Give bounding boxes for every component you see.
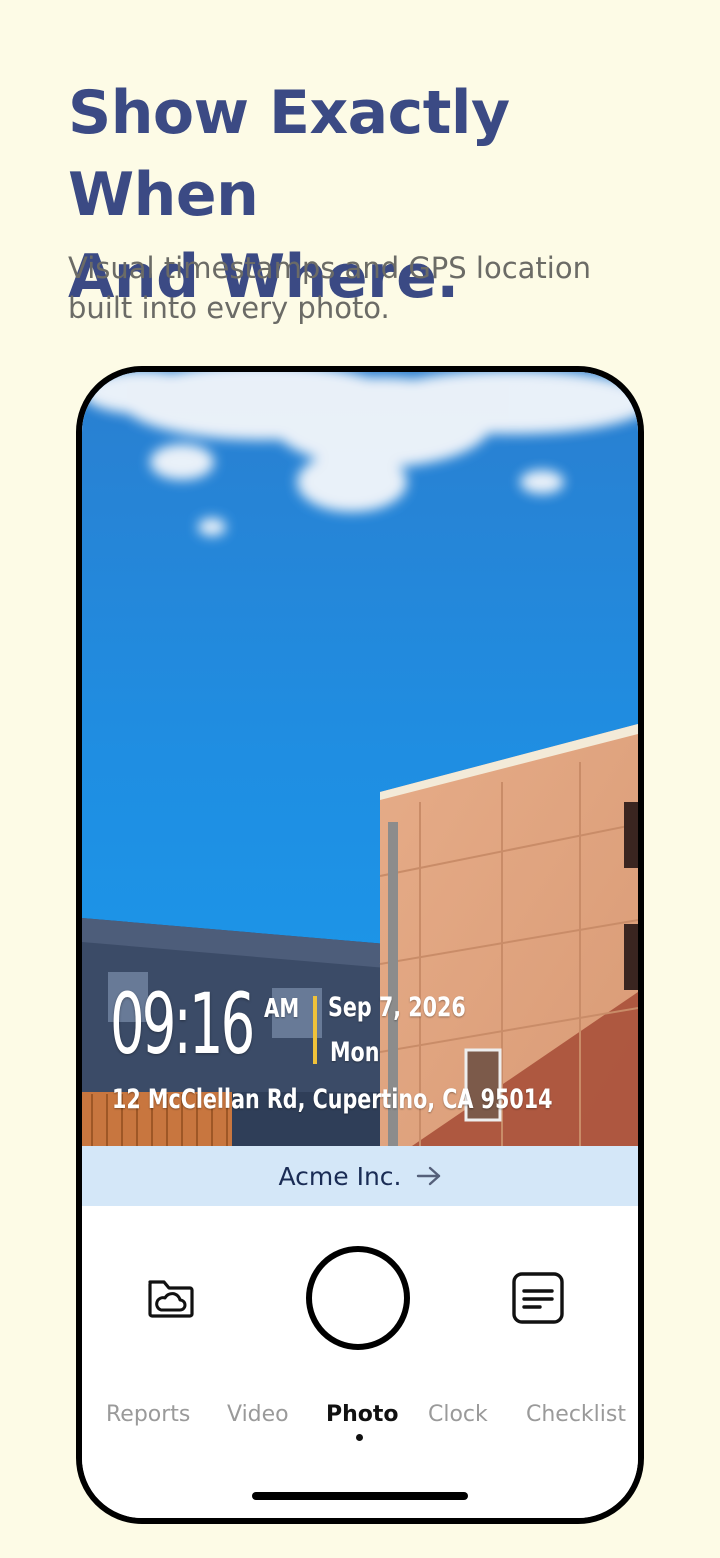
- stamp-time: 09:16: [110, 975, 255, 1073]
- active-mode-indicator: [356, 1434, 363, 1441]
- shutter-button[interactable]: [306, 1246, 410, 1350]
- company-name: Acme Inc.: [278, 1161, 402, 1191]
- notes-icon: [512, 1272, 564, 1324]
- folder-cloud-button[interactable]: [142, 1270, 202, 1330]
- subheadline: Visual timestamps and GPS location built…: [68, 248, 668, 328]
- notes-button[interactable]: [510, 1270, 570, 1330]
- stamp-day: Mon: [330, 1037, 380, 1068]
- mode-clock[interactable]: Clock: [428, 1402, 488, 1427]
- folder-cloud-icon: [148, 1280, 194, 1318]
- arrow-right-icon: [416, 1166, 440, 1186]
- stamp-ampm: AM: [264, 994, 300, 1024]
- stamp-date: Sep 7, 2026: [328, 992, 466, 1023]
- camera-preview[interactable]: 09:16 AM Sep 7, 2026 Mon 12 McClellan Rd…: [82, 372, 638, 1146]
- headline-line-1: Show Exactly When: [68, 78, 510, 230]
- camera-controls: Reports Video Photo Clock Checklist: [82, 1206, 638, 1518]
- mode-reports[interactable]: Reports: [106, 1402, 190, 1427]
- mode-video[interactable]: Video: [227, 1402, 289, 1427]
- stamp-address: 12 McClellan Rd, Cupertino, CA 95014: [112, 1084, 553, 1115]
- company-selector[interactable]: Acme Inc.: [82, 1146, 638, 1206]
- mode-photo[interactable]: Photo: [326, 1402, 399, 1427]
- stamp-divider: [313, 996, 317, 1064]
- subheadline-line-2: built into every photo.: [68, 291, 390, 325]
- subheadline-line-1: Visual timestamps and GPS location: [68, 251, 591, 285]
- phone-frame: 09:16 AM Sep 7, 2026 Mon 12 McClellan Rd…: [76, 366, 644, 1524]
- mode-checklist[interactable]: Checklist: [526, 1402, 626, 1427]
- home-indicator[interactable]: [252, 1492, 468, 1500]
